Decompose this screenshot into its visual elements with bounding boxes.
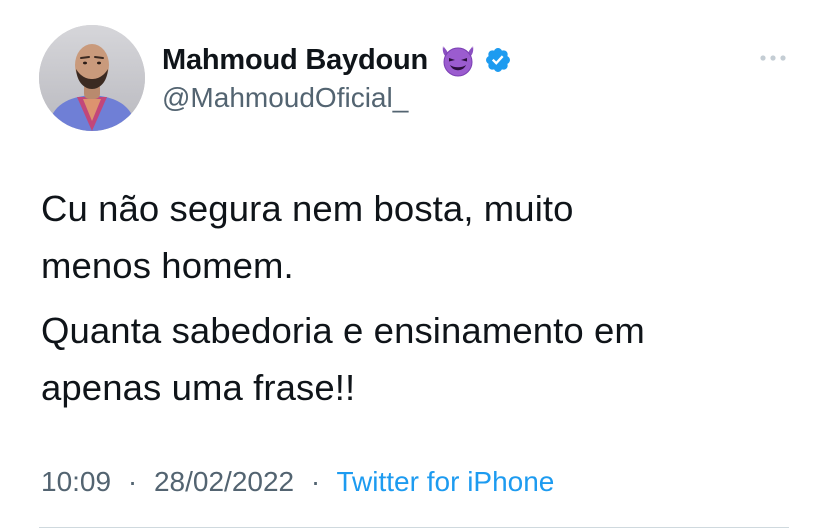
verified-badge-icon <box>484 46 512 74</box>
tweet-text: Cu não segura nem bosta, muito menos hom… <box>41 180 801 416</box>
profile-photo-icon <box>39 25 145 131</box>
smiling-imp-emoji-icon <box>438 43 478 77</box>
display-name[interactable]: Mahmoud Baydoun <box>162 44 428 77</box>
tweet-time[interactable]: 10:09 <box>41 466 111 497</box>
author-handle[interactable]: @MahmoudOficial_ <box>162 82 408 114</box>
separator: · <box>310 466 321 497</box>
divider <box>39 527 789 528</box>
tweet-paragraph: Cu não segura nem bosta, muito menos hom… <box>41 188 574 286</box>
avatar[interactable] <box>39 25 145 131</box>
tweet-metadata: 10:09 · 28/02/2022 · Twitter for iPhone <box>41 466 554 498</box>
separator: · <box>127 466 138 497</box>
tweet-date[interactable]: 28/02/2022 <box>154 466 294 497</box>
tweet-card: Mahmoud Baydoun @MahmoudOficial_ Cu não … <box>0 0 828 529</box>
tweet-paragraph: Quanta sabedoria e ensinamento em apenas… <box>41 310 645 408</box>
tweet-source-link[interactable]: Twitter for iPhone <box>337 466 555 497</box>
more-horizontal-icon[interactable] <box>758 51 788 65</box>
author-name-row: Mahmoud Baydoun <box>162 40 512 80</box>
